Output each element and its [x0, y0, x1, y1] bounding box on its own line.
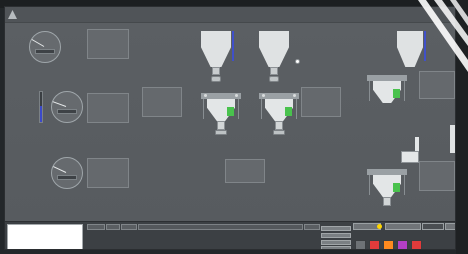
tab-4[interactable] [304, 224, 320, 230]
info-key [145, 109, 160, 113]
info-title [90, 161, 126, 165]
info-key [90, 180, 106, 184]
info-panel-4 [142, 87, 182, 117]
info-panel-6 [225, 159, 265, 183]
info-title [228, 162, 262, 166]
side-button-3[interactable] [321, 240, 351, 245]
info-panel-2 [87, 93, 129, 123]
weigh-hopper-4[interactable] [367, 169, 407, 215]
info-panel-3 [87, 158, 129, 188]
scale-spout [275, 121, 283, 130]
tab-1[interactable] [87, 224, 105, 230]
bolt-icon [262, 94, 265, 97]
gauge-value [57, 109, 77, 114]
gauge-face [29, 31, 61, 63]
gate-valve-icon[interactable] [211, 76, 221, 82]
gauge-value [57, 175, 77, 180]
side-button-4[interactable] [321, 246, 351, 249]
level-bar [39, 91, 43, 123]
level-bar-fill [40, 105, 42, 122]
status-light-icon [377, 224, 382, 229]
bolt-icon [235, 94, 238, 97]
bolt-icon [204, 94, 207, 97]
status-indicator-icon [295, 59, 300, 64]
side-button-1[interactable] [321, 226, 351, 231]
control-panel [5, 221, 455, 249]
indicator-1[interactable] [355, 240, 366, 249]
indicator-4[interactable] [397, 240, 408, 249]
side-panel-tab[interactable] [450, 125, 455, 153]
scale-fill-indicator [285, 107, 292, 116]
hopper-neck [270, 67, 278, 75]
info-key [90, 115, 106, 119]
hmi-screen [4, 6, 456, 250]
top-button-2[interactable] [385, 223, 421, 230]
gauge-1[interactable] [23, 29, 67, 73]
gauge-2[interactable] [45, 89, 89, 133]
info-title [90, 32, 126, 36]
status-strip [138, 224, 303, 230]
info-panel-1 [87, 29, 129, 59]
info-panel-7 [419, 71, 455, 99]
bolt-icon [293, 94, 296, 97]
weigh-hopper-2[interactable] [259, 93, 299, 139]
header-bar [5, 7, 455, 23]
side-button-2[interactable] [321, 233, 351, 238]
discharge-valve-icon[interactable] [273, 130, 285, 135]
chute-icon [415, 137, 419, 151]
hopper-level-bar [424, 31, 426, 61]
scale-spout [383, 197, 391, 206]
hopper-neck [212, 67, 220, 75]
gauge-value [35, 49, 55, 54]
scale-spout [217, 121, 225, 130]
gauge-face [51, 91, 83, 123]
gauge-3[interactable] [45, 155, 89, 199]
hopper-body [259, 31, 289, 67]
scale-fill-indicator [393, 183, 400, 192]
info-title [304, 90, 338, 94]
info-key [422, 183, 435, 187]
scale-fill-indicator [227, 107, 234, 116]
message-panel [7, 224, 83, 249]
info-title [422, 74, 452, 78]
info-panel-8 [419, 161, 455, 191]
hopper-body [201, 31, 231, 67]
top-button-3[interactable] [422, 223, 444, 230]
gate-valve-icon[interactable] [269, 76, 279, 82]
discharge-valve-icon[interactable] [215, 130, 227, 135]
hopper-level-bar [232, 31, 234, 61]
info-key [90, 51, 106, 55]
bucket-icon [401, 151, 419, 163]
info-key [422, 93, 435, 97]
weigh-hopper-1[interactable] [201, 93, 241, 139]
info-title [90, 96, 126, 100]
weigh-hopper-3[interactable] [367, 75, 407, 121]
hopper-body [397, 31, 423, 67]
bezel-right [456, 0, 468, 254]
company-logo-icon [8, 10, 17, 19]
indicator-2[interactable] [369, 240, 380, 249]
indicator-3[interactable] [383, 240, 394, 249]
top-button-4[interactable] [445, 223, 455, 230]
tab-3[interactable] [121, 224, 137, 230]
info-key [304, 109, 319, 113]
info-panel-5 [301, 87, 341, 117]
info-key [228, 178, 243, 182]
scale-fill-indicator [393, 89, 400, 98]
info-title [145, 90, 179, 94]
indicator-5[interactable] [411, 240, 422, 249]
tab-2[interactable] [106, 224, 120, 230]
gauge-face [51, 157, 83, 189]
process-workspace [5, 23, 455, 221]
info-title [422, 164, 452, 168]
